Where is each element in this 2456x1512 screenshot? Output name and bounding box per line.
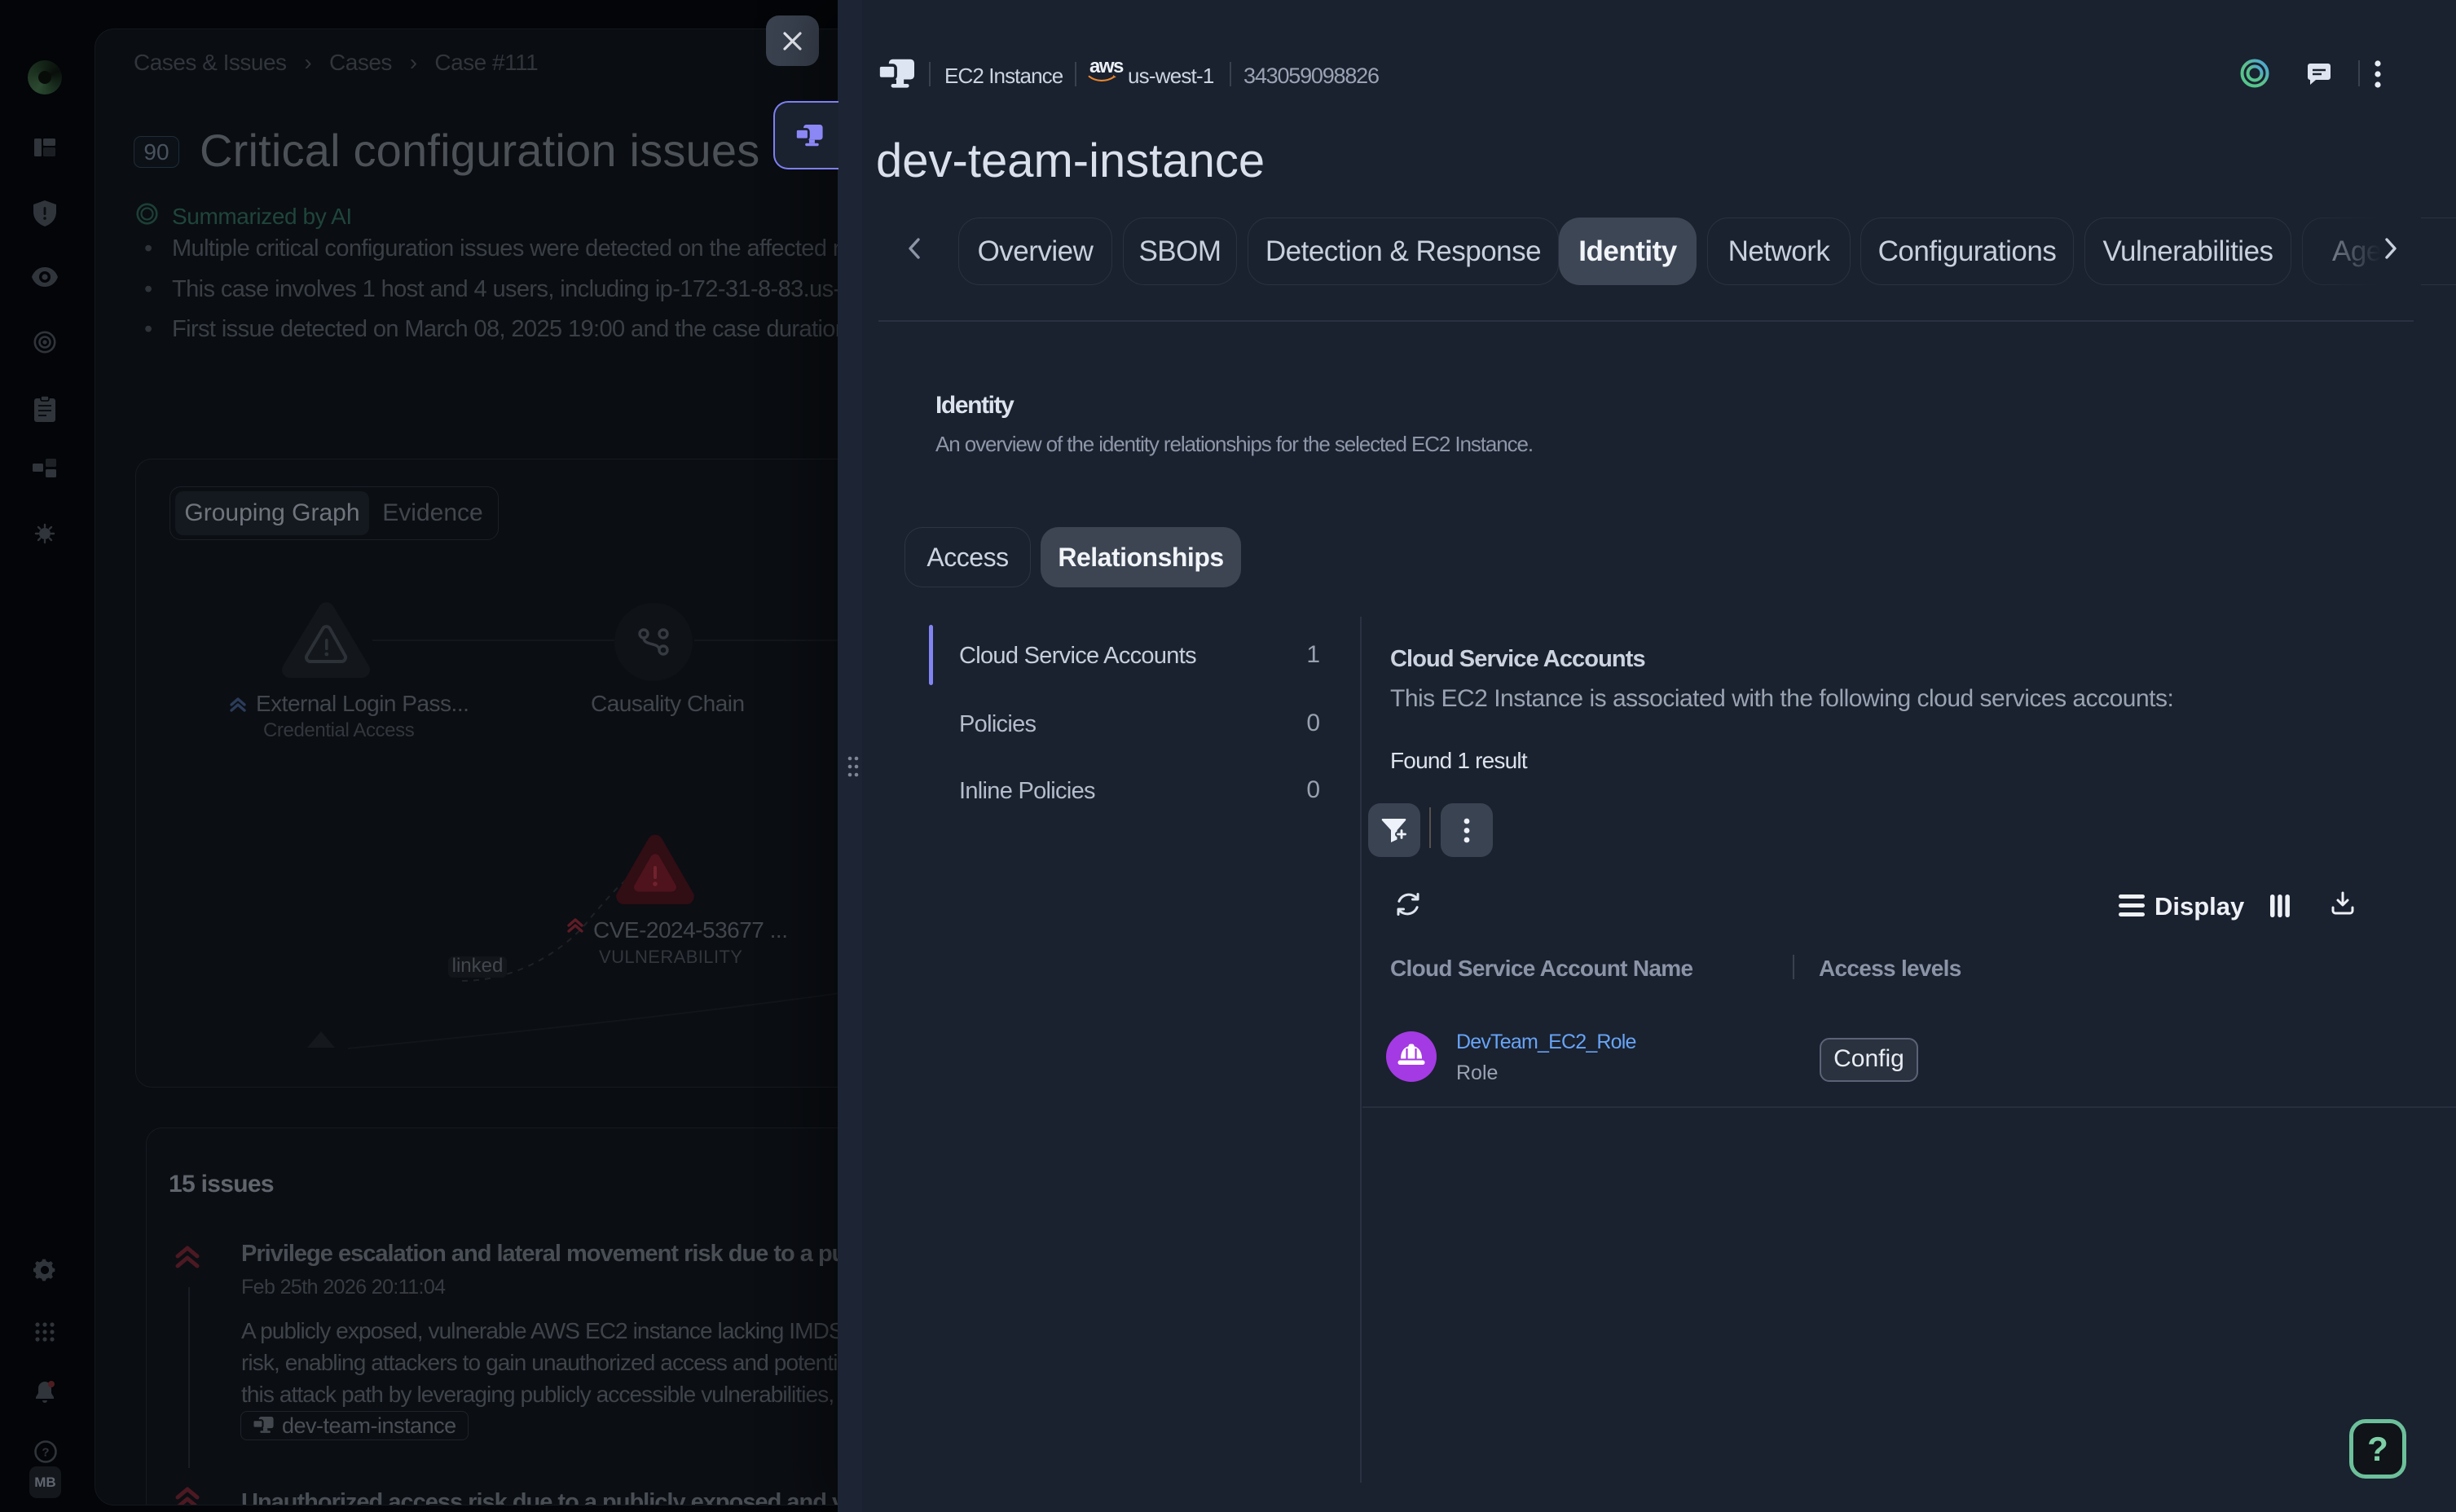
svg-text:?: ?	[42, 1446, 49, 1460]
